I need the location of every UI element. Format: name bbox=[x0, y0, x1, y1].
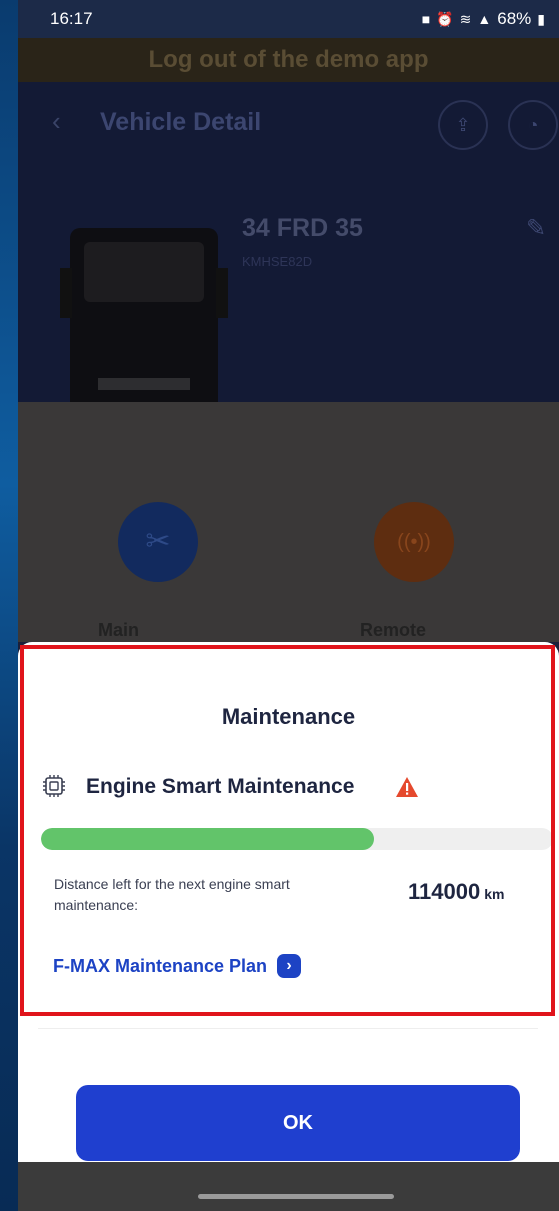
maintenance-tools-icon[interactable]: ✂ bbox=[118, 502, 198, 582]
demo-logout-banner[interactable]: Log out of the demo app bbox=[18, 38, 559, 82]
maintenance-tile-label: Main bbox=[98, 620, 140, 640]
status-time: 16:17 bbox=[50, 9, 93, 28]
distance-unit: km bbox=[484, 886, 505, 902]
distance-left-value: 114000 km bbox=[408, 879, 504, 905]
maintenance-bottom-sheet: Maintenance Engine Smart Maintenance Dis… bbox=[18, 642, 559, 1162]
notification-bell-icon[interactable]: ◔ bbox=[508, 100, 558, 150]
maintenance-item-label: Engine Smart Maintenance bbox=[86, 775, 355, 798]
distance-left-label: Distance left for the next engine smart … bbox=[54, 876, 290, 913]
remote-signal-icon[interactable]: ((•)) bbox=[374, 502, 454, 582]
alarm-icon: ⏰ bbox=[436, 10, 454, 27]
divider bbox=[38, 1028, 538, 1029]
system-navigation-bar bbox=[18, 1162, 559, 1211]
truck-image bbox=[60, 228, 228, 418]
home-indicator[interactable] bbox=[198, 1194, 394, 1199]
edit-pencil-icon[interactable]: ✎ bbox=[526, 214, 546, 243]
page-title: Vehicle Detail bbox=[100, 108, 262, 136]
battery-level: 68% bbox=[497, 9, 532, 28]
maintenance-progress-bar bbox=[41, 828, 553, 850]
back-arrow-icon[interactable]: ‹ bbox=[52, 106, 61, 137]
vehicle-id: KMHSE82D bbox=[242, 254, 313, 269]
license-plate: 34 FRD 35 bbox=[242, 214, 363, 242]
engine-chip-icon bbox=[43, 775, 65, 797]
status-bar: 16:17 ■ ⏰ ≋ ▲ 68% ▮ bbox=[18, 0, 559, 38]
maintenance-plan-label: F-MAX Maintenance Plan bbox=[53, 955, 268, 976]
status-icons: ■ ⏰ ≋ ▲ 68% ▮ bbox=[422, 9, 545, 29]
warning-icon bbox=[396, 777, 418, 797]
lte-icon: ≋ bbox=[459, 10, 472, 27]
distance-number: 114000 bbox=[408, 879, 481, 904]
signal-icon: ▲ bbox=[477, 11, 492, 27]
battery-icon: ▮ bbox=[537, 10, 545, 27]
maintenance-progress-fill bbox=[41, 828, 374, 850]
notification-icon: ■ bbox=[421, 11, 431, 27]
vehicle-actions-area: ✂ ((•)) Main Remote bbox=[18, 402, 559, 642]
chevron-right-icon: › bbox=[277, 954, 302, 978]
ok-button[interactable]: OK bbox=[76, 1085, 520, 1161]
remote-tile-label: Remote bbox=[360, 620, 427, 640]
maintenance-plan-link[interactable]: F-MAX Maintenance Plan › bbox=[53, 954, 302, 978]
desktop-background bbox=[0, 0, 18, 1211]
phone-screen: 16:17 ■ ⏰ ≋ ▲ 68% ▮ Log out of the demo … bbox=[18, 0, 559, 1211]
sheet-title: Maintenance bbox=[221, 704, 356, 729]
share-icon[interactable]: ⇪ bbox=[438, 100, 488, 150]
